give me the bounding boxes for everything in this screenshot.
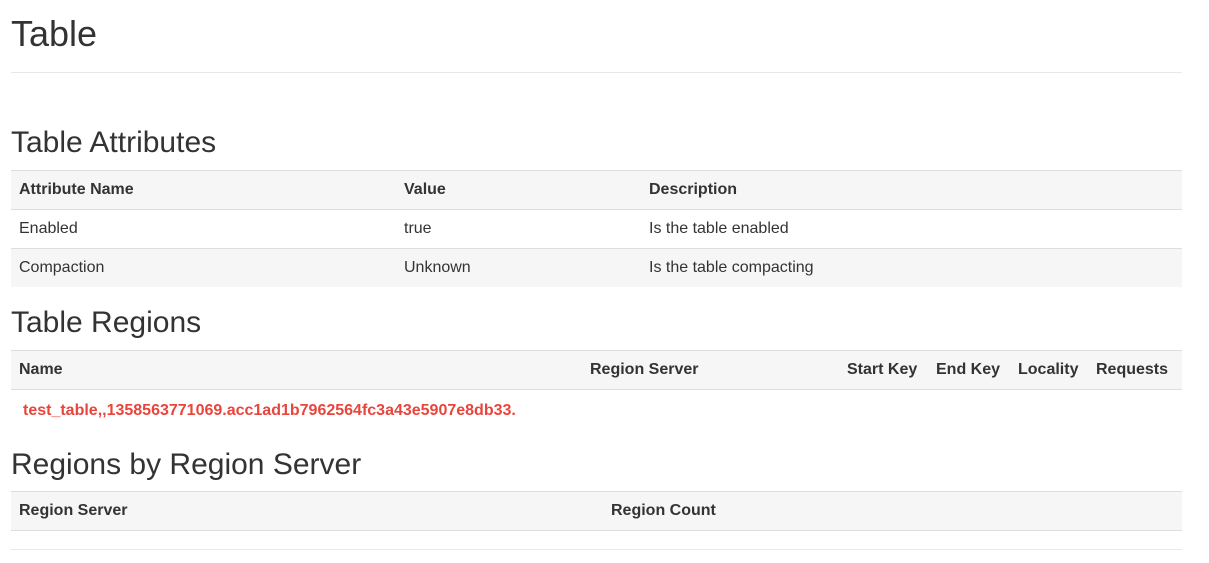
- attributes-table: Attribute Name Value Description Enabled…: [11, 170, 1182, 287]
- region-name-cell: test_table,,1358563771069.acc1ad1b796256…: [11, 390, 582, 433]
- column-header-requests: Requests: [1088, 350, 1182, 390]
- by-server-header-row: Region Server Region Count: [11, 491, 1182, 531]
- column-header-locality: Locality: [1010, 350, 1088, 390]
- attribute-value-cell: Unknown: [404, 259, 471, 276]
- column-header-description: Description: [641, 170, 1182, 210]
- region-name-link[interactable]: test_table,,1358563771069.acc1ad1b796256…: [19, 402, 516, 419]
- column-header-region-server: Region Server: [582, 350, 839, 390]
- title-divider: [11, 72, 1182, 73]
- region-server-cell: [582, 390, 839, 433]
- attribute-description-cell: Is the table enabled: [649, 220, 789, 237]
- by-server-table: Region Server Region Count: [11, 491, 1182, 531]
- column-header-name: Name: [11, 350, 582, 390]
- end-key-cell: [928, 390, 1010, 433]
- table-row: Compaction Unknown Is the table compacti…: [11, 248, 1182, 287]
- table-row: test_table,,1358563771069.acc1ad1b796256…: [11, 390, 1182, 433]
- attribute-description-cell: Is the table compacting: [649, 259, 814, 276]
- regions-header-row: Name Region Server Start Key End Key Loc…: [11, 350, 1182, 390]
- column-header-value: Value: [396, 170, 641, 210]
- attribute-value-cell: true: [404, 220, 432, 237]
- regions-table: Name Region Server Start Key End Key Loc…: [11, 350, 1182, 432]
- regions-heading: Table Regions: [11, 306, 202, 339]
- column-header-end-key: End Key: [928, 350, 1010, 390]
- start-key-cell: [839, 390, 928, 433]
- attribute-name-cell: Compaction: [19, 259, 105, 276]
- page-title: Table: [11, 13, 98, 54]
- table-row: Enabled true Is the table enabled: [11, 209, 1182, 249]
- locality-cell: [1010, 390, 1088, 433]
- column-header-region-count: Region Count: [603, 491, 1182, 531]
- attributes-header-row: Attribute Name Value Description: [11, 170, 1182, 210]
- column-header-attribute-name: Attribute Name: [11, 170, 396, 210]
- attribute-name-cell: Enabled: [19, 220, 78, 237]
- attributes-heading: Table Attributes: [11, 126, 217, 159]
- column-header-start-key: Start Key: [839, 350, 928, 390]
- requests-cell: [1088, 390, 1182, 433]
- by-server-heading: Regions by Region Server: [11, 448, 362, 481]
- column-header-region-server: Region Server: [11, 491, 603, 531]
- footer-divider: [11, 549, 1182, 550]
